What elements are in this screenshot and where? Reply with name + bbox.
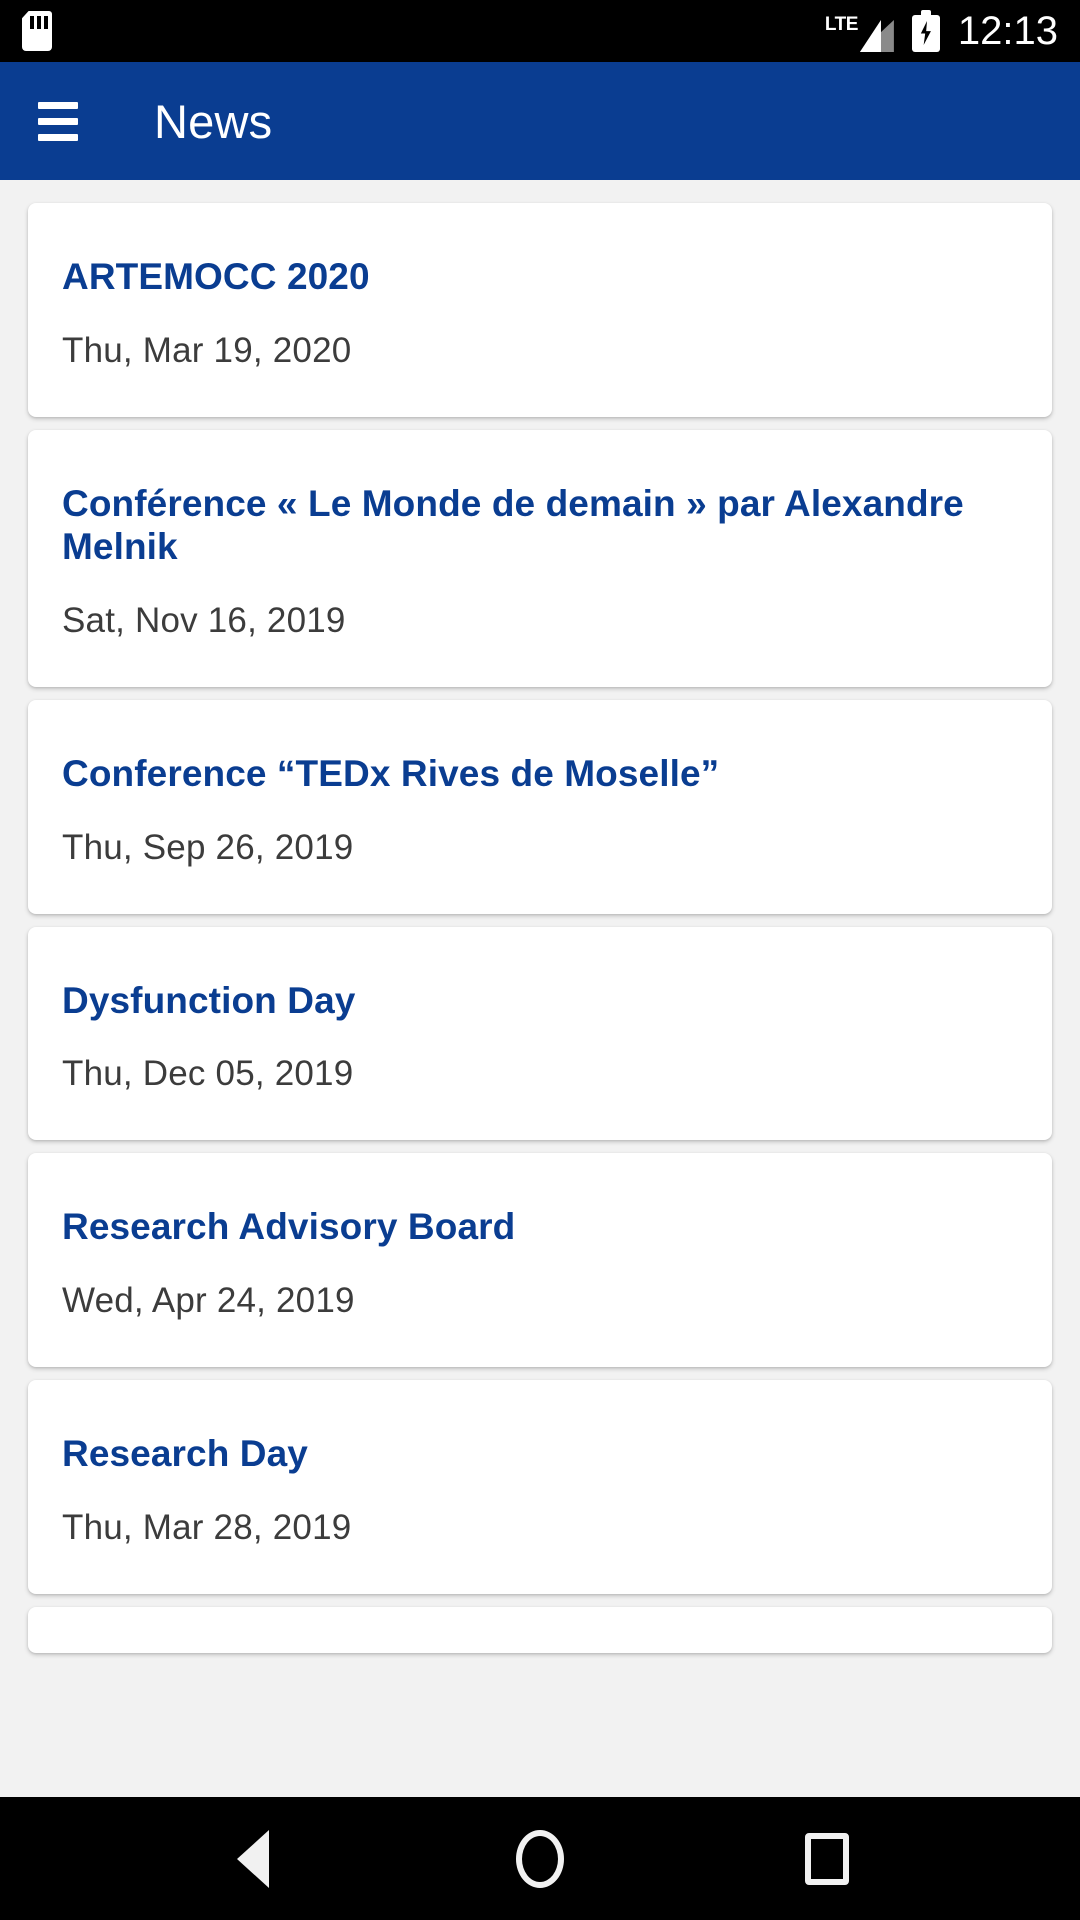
news-list-item[interactable]: Conférence « Le Monde de demain » par Al… [28,429,1052,687]
sd-card-icon [22,11,52,51]
news-item-date: Thu, Mar 28, 2019 [62,1507,352,1547]
news-item-date: Thu, Mar 19, 2020 [62,330,352,370]
news-list-item[interactable]: Dysfunction Day Thu, Dec 05, 2019 [28,926,1052,1141]
back-button[interactable] [198,1804,308,1914]
signal-icon: LTE [825,10,894,52]
news-item-date: Sat, Nov 16, 2019 [62,600,346,640]
page-title: News [154,94,273,148]
phone-screen: LTE 12:13 News ARTEMOCC 2020 Thu, Mar 19… [0,0,1080,1920]
system-navigation-bar [0,1797,1080,1920]
back-triangle-icon [237,1829,270,1888]
home-circle-icon [515,1829,564,1888]
news-list[interactable]: ARTEMOCC 2020 Thu, Mar 19, 2020 Conféren… [0,180,1080,1797]
news-item-date: Thu, Dec 05, 2019 [62,1054,354,1094]
news-item-title: Conference “TEDx Rives de Moselle” [62,752,720,794]
status-bar-right: LTE 12:13 [825,10,1058,52]
status-bar-left [22,11,52,51]
news-item-title: Research Day [62,1432,308,1474]
app-toolbar: News [0,62,1080,180]
news-list-item[interactable]: Research Day Thu, Mar 28, 2019 [28,1379,1052,1594]
recents-button[interactable] [772,1804,882,1914]
news-item-date: Thu, Sep 26, 2019 [62,827,354,867]
news-item-title: Conférence « Le Monde de demain » par Al… [62,482,964,568]
status-bar: LTE 12:13 [0,0,1080,62]
news-list-item[interactable]: Conference “TEDx Rives de Moselle” Thu, … [28,699,1052,914]
news-list-item[interactable]: Research Advisory Board Wed, Apr 24, 201… [28,1153,1052,1367]
news-list-item-partial[interactable] [28,1606,1052,1653]
news-item-title: Research Advisory Board [62,1206,516,1248]
news-list-item[interactable]: ARTEMOCC 2020 Thu, Mar 19, 2020 [28,203,1052,417]
network-type-label: LTE [824,14,858,35]
hamburger-menu-icon[interactable] [38,98,84,144]
news-item-title: ARTEMOCC 2020 [62,256,370,297]
recents-square-icon [804,1832,849,1885]
battery-charging-icon [911,10,940,52]
news-item-title: Dysfunction Day [62,979,356,1021]
status-bar-clock: 12:13 [957,9,1058,53]
news-item-date: Wed, Apr 24, 2019 [62,1280,355,1320]
home-button[interactable] [485,1804,595,1914]
signal-bars-icon [859,20,894,52]
